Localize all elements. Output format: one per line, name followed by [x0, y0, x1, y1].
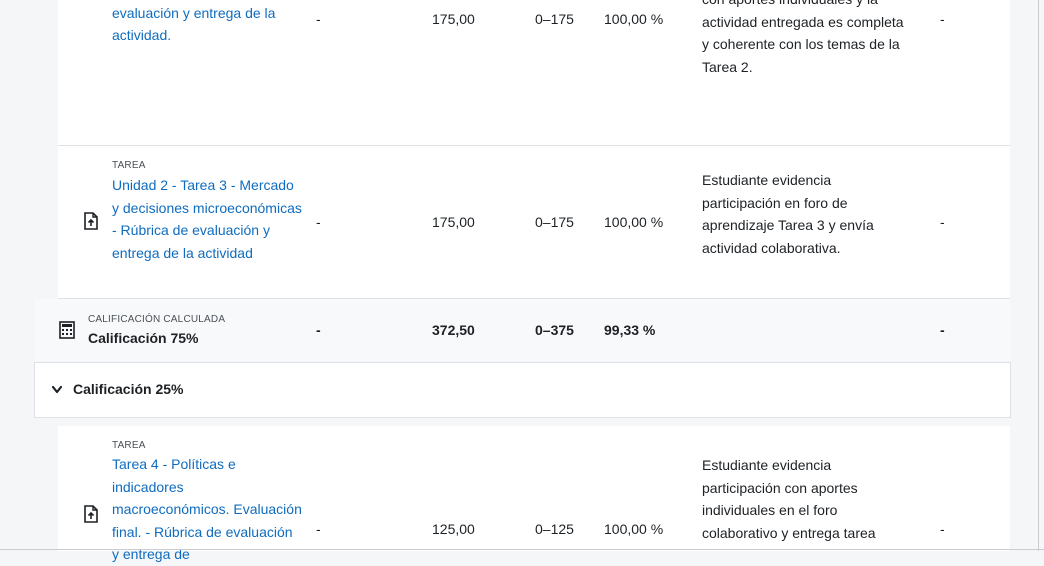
contribution-cell: - [940, 521, 945, 537]
grade-row: TAREA Tarea 4 - Políticas e indicadores … [58, 426, 1010, 562]
category-header[interactable]: Calificación 25% [34, 362, 1011, 418]
calculator-icon [59, 321, 75, 339]
weight-cell: - [316, 521, 321, 537]
feedback-cell: Estudiante evidencia participación en fo… [702, 172, 874, 256]
range-cell: 0–125 [535, 521, 574, 537]
percentage-cell: 99,33 % [604, 322, 656, 338]
percentage-cell: 100,00 % [604, 214, 664, 230]
category-title: Calificación 25% [73, 381, 184, 397]
assignment-upload-icon [84, 505, 98, 523]
percentage-cell: 100,00 % [604, 11, 664, 27]
item-type-label: TAREA [112, 440, 146, 451]
grade-cell: 175,00 [432, 11, 475, 27]
range-cell: 0–375 [535, 322, 574, 338]
window-bottom-edge [0, 549, 1044, 550]
category-total-title: Calificación 75% [88, 330, 199, 346]
weight-cell: - [316, 214, 321, 230]
grade-item-link[interactable]: Unidad 2 - Tarea 3 - Mercado y decisione… [112, 174, 302, 264]
weight-cell: - [316, 11, 321, 27]
item-type-label: TAREA [112, 160, 146, 171]
grade-cell: 372,50 [432, 322, 475, 338]
chevron-down-icon[interactable] [51, 385, 63, 395]
assignment-upload-icon [84, 212, 98, 230]
range-cell: 0–175 [535, 11, 574, 27]
contribution-cell: - [940, 322, 945, 338]
contribution-cell: - [940, 11, 945, 27]
feedback-cell: Estudiante evidencia participación con a… [702, 457, 876, 541]
item-type-label: CALIFICACIÓN CALCULADA [88, 314, 226, 325]
grade-cell: 125,00 [432, 521, 475, 537]
grade-row: TAREA Unidad 2 - Tarea 3 - Mercado y dec… [58, 146, 1010, 298]
percentage-cell: 100,00 % [604, 521, 664, 537]
page-right-edge [1038, 0, 1039, 551]
weight-cell: - [316, 322, 321, 338]
range-cell: 0–175 [535, 214, 574, 230]
category-total-row: CALIFICACIÓN CALCULADA Calificación 75% … [34, 299, 1010, 361]
grade-row: producción - Rúbrica de evaluación y ent… [58, 0, 1010, 145]
contribution-cell: - [940, 214, 945, 230]
grade-cell: 175,00 [432, 214, 475, 230]
feedback-cell: con aportes individuales y la actividad … [702, 0, 904, 75]
grade-item-link[interactable]: producción - Rúbrica de evaluación y ent… [112, 0, 302, 47]
